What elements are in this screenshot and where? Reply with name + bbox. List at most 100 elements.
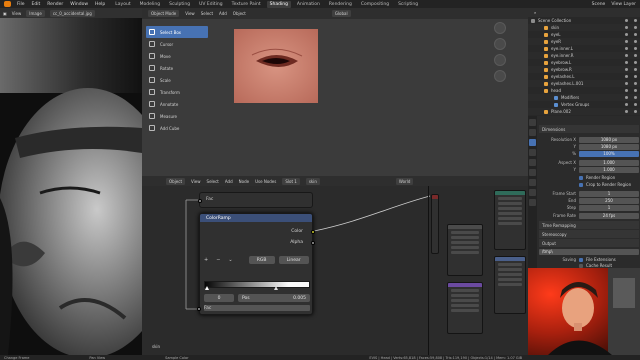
tab-layout[interactable]: Layout: [112, 1, 133, 8]
file-extensions-checkbox[interactable]: [579, 257, 583, 262]
visibility-icons[interactable]: [625, 103, 637, 106]
dimensions-section[interactable]: Dimensions: [539, 125, 639, 133]
viewport-menu-object[interactable]: Object: [233, 11, 246, 16]
perspective-grid-icon[interactable]: [494, 70, 506, 82]
outliner-filter-icon[interactable]: ⌕: [534, 10, 536, 15]
outliner-item[interactable]: eyeR: [528, 38, 640, 45]
tab-animation[interactable]: Animation: [294, 1, 323, 8]
eye-icon[interactable]: [625, 33, 628, 36]
output-tab-icon[interactable]: [529, 139, 536, 146]
eye-icon[interactable]: [625, 68, 628, 71]
eye-icon[interactable]: [625, 110, 628, 113]
eye-icon[interactable]: [625, 40, 628, 43]
frame-end-field[interactable]: 250: [579, 197, 639, 204]
visibility-icons[interactable]: [625, 89, 637, 92]
color-mode-select[interactable]: RGB: [248, 256, 275, 264]
camera-view-icon[interactable]: [494, 54, 506, 66]
eye-icon[interactable]: [625, 89, 628, 92]
cache-result-checkbox[interactable]: [579, 263, 583, 268]
ramp-stop-black[interactable]: [205, 286, 209, 290]
viewport-menu-add[interactable]: Add: [219, 11, 227, 16]
tool-annotate[interactable]: Annotate: [146, 98, 208, 110]
object-tab-icon[interactable]: [529, 179, 536, 186]
tab-shading[interactable]: Shading: [266, 0, 291, 8]
camera-icon[interactable]: [634, 26, 637, 29]
viewport-menu-select[interactable]: Select: [201, 11, 213, 16]
camera-icon[interactable]: [634, 47, 637, 50]
area-divider[interactable]: [428, 186, 429, 355]
tool-scale[interactable]: Scale: [146, 74, 208, 86]
frame-step-field[interactable]: 1: [579, 204, 639, 211]
image-name-field[interactable]: cc_0_accidental.jpg: [49, 9, 95, 17]
render-tab-icon[interactable]: [529, 129, 536, 136]
upstream-node[interactable]: Fac: [198, 192, 313, 208]
crop-checkbox[interactable]: [579, 182, 583, 187]
outliner-item[interactable]: Plane.002: [528, 108, 640, 115]
tool-add-cube[interactable]: Add Cube: [146, 122, 208, 134]
camera-icon[interactable]: [634, 19, 637, 22]
outliner-item[interactable]: skin: [528, 24, 640, 31]
eye-icon[interactable]: [625, 96, 628, 99]
scene-tab-icon[interactable]: [529, 159, 536, 166]
image-mode-select[interactable]: Image: [26, 9, 45, 17]
resolution-y-field[interactable]: 1080 px: [579, 143, 639, 150]
fac-input-socket[interactable]: [197, 307, 201, 311]
visibility-icons[interactable]: [625, 75, 637, 78]
visibility-icons[interactable]: [625, 19, 637, 22]
tab-modeling[interactable]: Modeling: [137, 1, 163, 8]
tool-tab-icon[interactable]: [529, 119, 536, 126]
tab-uv-editing[interactable]: UV Editing: [196, 1, 225, 8]
tool-select-box[interactable]: Select Box: [146, 26, 208, 38]
visibility-icons[interactable]: [625, 54, 637, 57]
tab-texture-paint[interactable]: Texture Paint: [229, 1, 264, 8]
image-view-menu[interactable]: View: [12, 11, 22, 16]
tool-move[interactable]: Move: [146, 50, 208, 62]
scene-selector[interactable]: Scene: [592, 2, 606, 7]
time-remapping-section[interactable]: Time Remapping: [539, 221, 639, 229]
tab-sculpting[interactable]: Sculpting: [166, 1, 193, 8]
camera-icon[interactable]: [634, 33, 637, 36]
camera-icon[interactable]: [634, 103, 637, 106]
node-group-c[interactable]: [494, 190, 526, 250]
eye-icon[interactable]: [625, 26, 628, 29]
eye-icon[interactable]: [625, 54, 628, 57]
resolution-percent-field[interactable]: 100%: [579, 150, 639, 157]
eye-icon[interactable]: [625, 75, 628, 78]
view-layer-selector[interactable]: View Layer: [611, 2, 636, 7]
fac-input-socket[interactable]: [198, 199, 202, 203]
visibility-icons[interactable]: [625, 26, 637, 29]
outliner-item[interactable]: eye.inner.R: [528, 52, 640, 59]
stop-position-field[interactable]: Pos 0.005: [238, 294, 310, 302]
camera-icon[interactable]: [634, 75, 637, 78]
eye-icon[interactable]: [625, 19, 628, 22]
tool-transform[interactable]: Transform: [146, 86, 208, 98]
outliner-item[interactable]: Vertex Groups: [528, 101, 640, 108]
alpha-output-socket[interactable]: [311, 241, 315, 245]
camera-icon[interactable]: [634, 54, 637, 57]
stop-color-swatch[interactable]: [204, 305, 310, 311]
eye-icon[interactable]: [625, 61, 628, 64]
reference-face-image[interactable]: [0, 18, 142, 355]
node-group-a[interactable]: [447, 224, 483, 276]
outliner-item[interactable]: Modifiers: [528, 94, 640, 101]
remove-stop-button[interactable]: −: [216, 257, 220, 263]
blender-logo-icon[interactable]: [4, 1, 11, 7]
frame-rate-select[interactable]: 24 fps: [579, 212, 639, 219]
object-mode-select[interactable]: Object Mode: [148, 10, 180, 17]
resolution-x-field[interactable]: 1080 px: [579, 136, 639, 143]
eye-mesh-preview[interactable]: [234, 29, 318, 103]
eye-icon[interactable]: [625, 82, 628, 85]
outliner-item[interactable]: head: [528, 87, 640, 94]
add-stop-button[interactable]: +: [204, 257, 208, 263]
visibility-icons[interactable]: [625, 82, 637, 85]
stop-index-field[interactable]: 0: [204, 294, 234, 302]
menu-help[interactable]: Help: [95, 2, 105, 7]
menu-edit[interactable]: Edit: [32, 2, 41, 7]
tab-compositing[interactable]: Compositing: [358, 1, 392, 8]
3d-viewport[interactable]: Object Mode View Select Add Object Globa…: [142, 8, 528, 176]
color-ramp-title[interactable]: ColorRamp: [200, 214, 312, 222]
visibility-icons[interactable]: [625, 47, 637, 50]
camera-icon[interactable]: [634, 68, 637, 71]
visibility-icons[interactable]: [625, 40, 637, 43]
camera-icon[interactable]: [634, 96, 637, 99]
